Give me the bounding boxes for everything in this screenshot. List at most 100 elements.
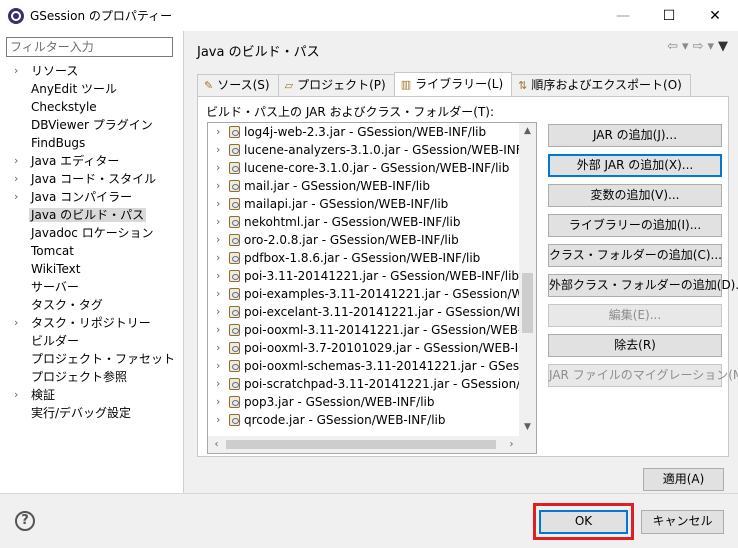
horizontal-scrollbar[interactable]: ‹ › [208, 436, 520, 453]
chevron-right-icon[interactable]: › [14, 386, 18, 404]
scroll-down-icon[interactable]: ▼ [519, 419, 536, 436]
chevron-right-icon[interactable]: › [216, 213, 220, 231]
add-external-jar-button[interactable]: 外部 JAR の追加(X)... [548, 154, 722, 177]
list-item[interactable]: › poi-examples-3.11-20141221.jar - GSessi… [208, 285, 520, 303]
add-variable-button[interactable]: 変数の追加(V)... [548, 184, 722, 207]
sidebar-item[interactable]: プロジェクト・ファセット [0, 350, 184, 368]
sidebar-item[interactable]: ビルダー [0, 332, 184, 350]
chevron-right-icon[interactable]: › [216, 141, 220, 159]
scroll-left-icon[interactable]: ‹ [208, 436, 225, 453]
list-item[interactable]: › nekohtml.jar - GSession/WEB-INF/lib [208, 213, 520, 231]
sidebar-item[interactable]: 実行/デバッグ設定 [0, 404, 184, 422]
chevron-right-icon[interactable]: › [216, 393, 220, 411]
scroll-up-icon[interactable]: ▲ [519, 123, 536, 140]
chevron-right-icon[interactable]: › [216, 375, 220, 393]
sidebar-item-label: プロジェクト参照 [31, 370, 128, 384]
tab-project-folder[interactable]: ▱ プロジェクト(P) [277, 74, 395, 96]
add-library-button[interactable]: ライブラリーの追加(I)... [548, 214, 722, 237]
add-external-class-folder-button[interactable]: 外部クラス・フォルダーの追加(D)... [548, 274, 738, 297]
hscroll-thumb[interactable] [226, 440, 496, 449]
add-class-folder-button[interactable]: クラス・フォルダーの追加(C)... [548, 244, 722, 267]
chevron-right-icon[interactable]: › [216, 249, 220, 267]
list-item[interactable]: › lucene-analyzers-3.1.0.jar - GSession/W… [208, 141, 520, 159]
list-item[interactable]: › lucene-core-3.1.0.jar - GSession/WEB-IN… [208, 159, 520, 177]
scroll-thumb[interactable] [522, 273, 533, 333]
back-arrow-icon[interactable]: ⇦ [667, 39, 678, 54]
ok-button[interactable]: OK [539, 510, 628, 534]
jar-list[interactable]: › log4j-web-2.3.jar - GSession/WEB-INF/li… [207, 122, 537, 454]
jar-label: poi-examples-3.11-20141221.jar - GSessio… [244, 287, 520, 301]
list-item[interactable]: › pdfbox-1.8.6.jar - GSession/WEB-INF/lib [208, 249, 520, 267]
list-item[interactable]: › log4j-web-2.3.jar - GSession/WEB-INF/li… [208, 123, 520, 141]
chevron-right-icon[interactable]: › [14, 314, 18, 332]
forward-arrow-icon[interactable]: ⇨ [693, 39, 704, 54]
scroll-right-icon[interactable]: › [503, 436, 520, 453]
migrate-jar-button[interactable]: JAR ファイルのマイグレーション(M)... [548, 364, 738, 387]
jar-icon [229, 234, 240, 246]
help-icon[interactable]: ? [15, 511, 35, 531]
list-item[interactable]: › mail.jar - GSession/WEB-INF/lib [208, 177, 520, 195]
apply-button[interactable]: 適用(A) [643, 468, 724, 491]
sidebar-item[interactable]: › Java コード・スタイル [0, 170, 184, 188]
chevron-right-icon[interactable]: › [14, 152, 18, 170]
chevron-right-icon[interactable]: › [216, 357, 220, 375]
list-item[interactable]: › poi-ooxml-schemas-3.11-20141221.jar - G… [208, 357, 520, 375]
sidebar-item[interactable]: サーバー [0, 278, 184, 296]
chevron-right-icon[interactable]: › [216, 339, 220, 357]
sidebar-item[interactable]: WikiText [0, 260, 184, 278]
tab-order-export[interactable]: ⇅ 順序およびエクスポート(O) [511, 74, 691, 96]
chevron-right-icon[interactable]: › [216, 285, 220, 303]
list-item[interactable]: › qrcode.jar - GSession/WEB-INF/lib [208, 411, 520, 429]
chevron-right-icon[interactable]: › [216, 177, 220, 195]
chevron-right-icon[interactable]: › [216, 321, 220, 339]
list-item[interactable]: › oro-2.0.8.jar - GSession/WEB-INF/lib [208, 231, 520, 249]
cancel-button[interactable]: キャンセル [641, 510, 724, 534]
sidebar-item[interactable]: Javadoc ロケーション [0, 224, 184, 242]
sidebar-item[interactable]: FindBugs [0, 134, 184, 152]
list-item[interactable]: › poi-3.11-20141221.jar - GSession/WEB-IN… [208, 267, 520, 285]
edit-button[interactable]: 編集(E)... [548, 304, 722, 327]
sidebar-item[interactable]: › 検証 [0, 386, 184, 404]
sidebar-item[interactable]: DBViewer プラグイン [0, 116, 184, 134]
sidebar-item[interactable]: Tomcat [0, 242, 184, 260]
list-item[interactable]: › poi-scratchpad-3.11-20141221.jar - GSes… [208, 375, 520, 393]
chevron-right-icon[interactable]: › [216, 231, 220, 249]
forward-dropdown-icon[interactable]: ▾ [707, 39, 714, 54]
chevron-right-icon[interactable]: › [216, 123, 220, 141]
sidebar-item[interactable]: › Java コンパイラー [0, 188, 184, 206]
chevron-right-icon[interactable]: › [216, 267, 220, 285]
sidebar-item[interactable]: AnyEdit ツール [0, 80, 184, 98]
list-item[interactable]: › poi-ooxml-3.11-20141221.jar - GSession/… [208, 321, 520, 339]
jar-list-label: ビルド・パス上の JAR およびクラス・フォルダー(T): [206, 105, 495, 119]
list-item[interactable]: › poi-ooxml-3.7-20101029.jar - GSession/W… [208, 339, 520, 357]
chevron-right-icon[interactable]: › [216, 303, 220, 321]
sidebar-item[interactable]: Java のビルド・パス [0, 206, 184, 224]
sidebar-item[interactable]: › タスク・リポジトリー [0, 314, 184, 332]
back-dropdown-icon[interactable]: ▾ [682, 39, 689, 54]
sidebar-item[interactable]: › Java エディター [0, 152, 184, 170]
minimize-button[interactable]: — [600, 0, 646, 31]
close-button[interactable]: ✕ [692, 0, 738, 31]
add-jar-button[interactable]: JAR の追加(J)... [548, 124, 722, 147]
list-item[interactable]: › pop3.jar - GSession/WEB-INF/lib [208, 393, 520, 411]
vertical-scrollbar[interactable]: ▲ ▼ [519, 123, 536, 436]
chevron-right-icon[interactable]: › [14, 170, 18, 188]
sidebar-item[interactable]: プロジェクト参照 [0, 368, 184, 386]
chevron-right-icon[interactable]: › [216, 195, 220, 213]
sidebar-item[interactable]: タスク・タグ [0, 296, 184, 314]
sidebar-item[interactable]: › リソース [0, 62, 184, 80]
chevron-right-icon[interactable]: › [14, 188, 18, 206]
chevron-right-icon[interactable]: › [216, 159, 220, 177]
tab-source-folder[interactable]: ✎ ソース(S) [197, 74, 279, 96]
sidebar-item[interactable]: Checkstyle [0, 98, 184, 116]
chevron-right-icon[interactable]: › [14, 62, 18, 80]
tab-library[interactable]: ▥ ライブラリー(L) [393, 72, 513, 96]
list-item[interactable]: › poi-excelant-3.11-20141221.jar - GSessi… [208, 303, 520, 321]
maximize-button[interactable]: ☐ [646, 0, 692, 31]
filter-input[interactable] [6, 37, 173, 57]
chevron-right-icon[interactable]: › [216, 411, 220, 429]
list-item[interactable]: › mailapi.jar - GSession/WEB-INF/lib [208, 195, 520, 213]
view-menu-icon[interactable]: ▼ [718, 39, 728, 54]
jar-icon [229, 270, 240, 282]
remove-button[interactable]: 除去(R) [548, 334, 722, 357]
